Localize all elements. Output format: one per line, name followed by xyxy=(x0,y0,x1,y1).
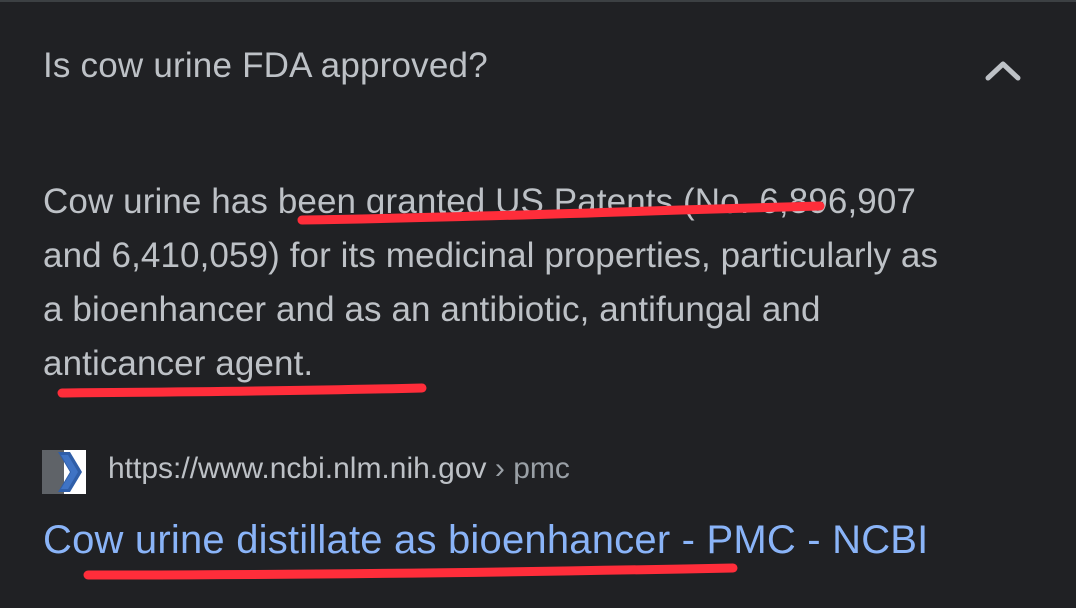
source-domain: https://www.ncbi.nlm.nih.gov xyxy=(108,452,487,485)
red-underline-title xyxy=(83,563,738,580)
faq-answer: Cow urine has been granted US Patents (N… xyxy=(43,175,1053,391)
faq-question[interactable]: Is cow urine FDA approved? xyxy=(43,46,488,86)
source-row[interactable]: https://www.ncbi.nlm.nih.gov › pmc xyxy=(42,448,1042,494)
answer-line: Cow urine has been granted US Patents (N… xyxy=(43,182,916,221)
ncbi-chevron-icon xyxy=(42,450,86,494)
source-path: pmc xyxy=(513,452,570,485)
answer-line: a bioenhancer and as an antibiotic, anti… xyxy=(43,290,821,329)
source-url[interactable]: https://www.ncbi.nlm.nih.gov › pmc xyxy=(108,452,570,486)
answer-line: anticancer agent. xyxy=(43,344,314,383)
chevron-up-icon[interactable] xyxy=(980,50,1026,90)
result-title-link[interactable]: Cow urine distillate as bioenhancer - PM… xyxy=(43,518,929,563)
breadcrumb-separator: › xyxy=(494,452,505,485)
answer-line: and 6,410,059) for its medicinal propert… xyxy=(43,236,939,275)
faq-question-row[interactable]: Is cow urine FDA approved? xyxy=(0,2,1076,122)
